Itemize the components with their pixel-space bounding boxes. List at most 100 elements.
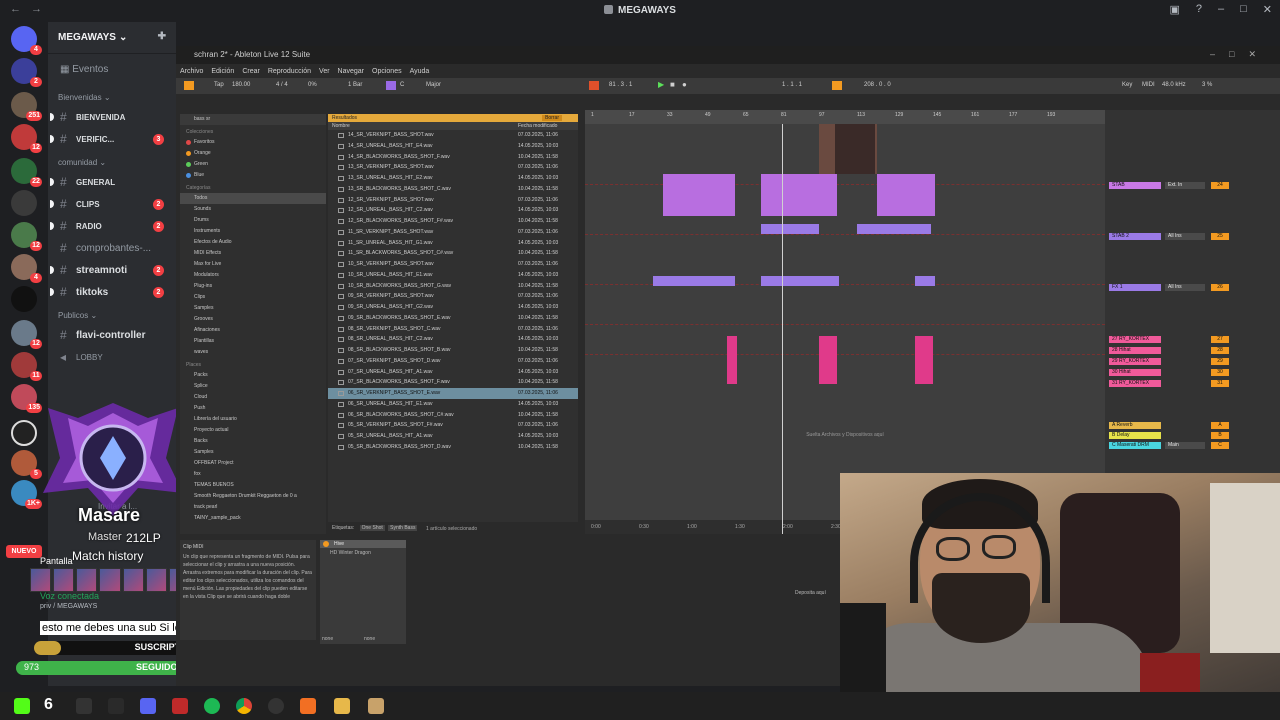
server-icon[interactable] — [11, 286, 37, 312]
category-item[interactable]: Plantillas — [180, 336, 326, 347]
category-item[interactable]: Samples — [180, 303, 326, 314]
file-row[interactable]: 08_SR_UNREAL_BASS_HIT_C2.wav 14.05.2025, … — [328, 334, 578, 345]
menu-reproduccion[interactable]: Reproducción — [268, 68, 311, 75]
channel-general[interactable]: # GENERAL — [48, 171, 176, 193]
place-item[interactable]: Push — [180, 403, 326, 414]
scale-toggle[interactable] — [386, 81, 396, 90]
place-item[interactable]: Librería del usuario — [180, 414, 326, 425]
file-row[interactable]: 07_SR_UNREAL_BASS_HIT_A1.wav 14.05.2025, … — [328, 367, 578, 378]
menu-ver[interactable]: Ver — [319, 68, 330, 75]
track-lanes[interactable] — [585, 124, 1105, 520]
track-activator[interactable]: A — [1211, 422, 1229, 429]
file-row[interactable]: 12_SR_VERKNIPT_BASS_SHOT.wav 07.03.2025, … — [328, 195, 578, 206]
soundcloud-icon[interactable] — [300, 698, 316, 714]
groove-amount[interactable]: 0% — [308, 82, 317, 88]
channel-clips[interactable]: # CLIPS 2 — [48, 193, 176, 215]
file-row[interactable]: 10_SR_UNREAL_BASS_HIT_E1.wav 14.05.2025, … — [328, 270, 578, 281]
server-icon[interactable] — [11, 420, 37, 446]
menu-ayuda[interactable]: Ayuda — [410, 68, 430, 75]
category-bienvenidas[interactable]: Bienvenidas ⌄ — [48, 85, 176, 106]
channel-bienvenida[interactable]: # BIENVENIDA — [48, 106, 176, 128]
track-name[interactable]: FX 1 — [1109, 284, 1161, 291]
add-user-icon[interactable]: ✚ — [158, 31, 166, 42]
file-row[interactable]: 09_SR_BLACKWORKS_BASS_SHOT_E.wav 10.04.20… — [328, 313, 578, 324]
time-signature[interactable]: 4 / 4 — [276, 82, 288, 88]
place-item[interactable]: Samples — [180, 447, 326, 458]
arrangement-clip[interactable] — [653, 276, 735, 286]
place-item[interactable]: Cloud — [180, 392, 326, 403]
category-item[interactable]: Clips — [180, 292, 326, 303]
place-item[interactable]: Packs — [180, 370, 326, 381]
inbox-icon[interactable]: ▣ — [1169, 3, 1179, 16]
loop-toggle[interactable] — [832, 81, 842, 90]
maximize-button[interactable]: □ — [1240, 3, 1247, 16]
track-name[interactable]: STAB — [1109, 182, 1161, 189]
file-row[interactable]: 10_SR_VERKNIPT_BASS_SHOT.wav 07.03.2025, … — [328, 259, 578, 270]
input-select[interactable]: All Ins — [1165, 233, 1205, 240]
file-row[interactable]: 12_SR_BLACKWORKS_BASS_SHOT_F#.wav 10.04.2… — [328, 216, 578, 227]
file-row[interactable]: 14_SR_UNREAL_BASS_HIT_E4.wav 14.05.2025, … — [328, 141, 578, 152]
channel-verific[interactable]: # VERIFIC... 3 — [48, 128, 176, 150]
track-name[interactable]: 31 RY_KORTEX — [1109, 380, 1161, 387]
arrangement-clip[interactable] — [761, 276, 839, 286]
file-row[interactable]: 13_SR_UNREAL_BASS_HIT_E2.wav 14.05.2025, … — [328, 173, 578, 184]
track-name[interactable]: A Reverb — [1109, 422, 1161, 429]
file-row[interactable]: 11_SR_VERKNIPT_BASS_SHOT.wav 07.03.2025, … — [328, 227, 578, 238]
arrangement-clip[interactable] — [761, 174, 837, 216]
play-icon[interactable]: ▶ — [658, 80, 664, 89]
place-item[interactable]: Backs — [180, 436, 326, 447]
bar-ruler[interactable]: 1 17 33 49 65 81 97 113 129 145 161 177 193 — [585, 110, 1105, 124]
server-icon[interactable]: 1K+ — [11, 480, 42, 509]
menu-archivo[interactable]: Archivo — [180, 68, 203, 75]
file-row[interactable]: 13_SR_BLACKWORKS_BASS_SHOT_C.wav 10.04.20… — [328, 184, 578, 195]
file-row[interactable]: 09_SR_VERKNIPT_BASS_SHOT.wav 07.03.2025, … — [328, 291, 578, 302]
tempo-field[interactable]: 180.00 — [232, 82, 250, 88]
quantize-select[interactable]: 1 Bar — [348, 82, 362, 88]
place-item[interactable]: Smooth Reggaeton Drumkit Reggaeton de 0 … — [180, 491, 326, 502]
menu-edicion[interactable]: Edición — [211, 68, 234, 75]
menu-navegar[interactable]: Navegar — [338, 68, 364, 75]
server-icon[interactable]: 12 — [11, 124, 42, 153]
server-icon[interactable]: 251 — [11, 92, 42, 121]
arrangement-clip[interactable] — [727, 336, 737, 384]
category-publicos[interactable]: Publicos ⌄ — [48, 303, 176, 324]
file-row[interactable]: 11_SR_BLACKWORKS_BASS_SHOT_C#.wav 10.04.2… — [328, 248, 578, 259]
track-name[interactable]: B Delay — [1109, 432, 1161, 439]
server-icon[interactable] — [11, 190, 37, 216]
channel-flavi-controller[interactable]: # flavi-controller — [48, 324, 176, 346]
category-item[interactable]: Max for Live — [180, 259, 326, 270]
track-name[interactable]: C Maserati DRM — [1109, 442, 1161, 449]
track-name[interactable]: 30 Hihat — [1109, 369, 1161, 376]
collection-item[interactable]: Favoritos — [180, 137, 326, 148]
server-icon[interactable]: 135 — [11, 384, 42, 413]
scale-select[interactable]: Major — [426, 82, 441, 88]
obs-icon[interactable] — [268, 698, 284, 714]
input-select[interactable]: All Ins — [1165, 284, 1205, 291]
arrangement-clip[interactable] — [857, 224, 931, 234]
arrangement-clip[interactable] — [819, 336, 837, 384]
discord-home-icon[interactable]: 4 — [11, 26, 42, 55]
spotify-icon[interactable] — [204, 698, 220, 714]
category-item[interactable]: Efectos de Audio — [180, 237, 326, 248]
category-item[interactable]: Drums — [180, 215, 326, 226]
app-icon[interactable] — [368, 698, 384, 714]
place-item[interactable]: fox — [180, 469, 326, 480]
arrangement-clip[interactable] — [877, 174, 935, 216]
place-item[interactable]: TEMAS BUENOS — [180, 480, 326, 491]
server-icon[interactable]: 12 — [11, 320, 42, 349]
loop-length[interactable]: 208 . 0 . 0 — [864, 82, 891, 88]
file-row[interactable]: 13_SR_VERKNIPT_BASS_SHOT.wav 07.03.2025, … — [328, 162, 578, 173]
help-icon[interactable]: ? — [1196, 3, 1202, 16]
menu-opciones[interactable]: Opciones — [372, 68, 402, 75]
server-icon[interactable]: 5 — [11, 450, 42, 479]
track-activator[interactable]: 30 — [1211, 369, 1229, 376]
place-item[interactable]: track pearl — [180, 502, 326, 513]
kick-icon[interactable] — [14, 698, 30, 714]
server-header[interactable]: MEGAWAYS ⌄ ✚ — [48, 22, 176, 54]
tag-synth-bass[interactable]: Synth Bass — [388, 525, 418, 531]
file-row[interactable]: 11_SR_UNREAL_BASS_HIT_G1.wav 14.05.2025, … — [328, 238, 578, 249]
browser-search[interactable]: bass sr — [180, 114, 326, 125]
category-item[interactable]: Instruments — [180, 226, 326, 237]
category-item[interactable]: Todos — [180, 193, 326, 204]
column-date[interactable]: Fecha modificado — [518, 123, 557, 129]
